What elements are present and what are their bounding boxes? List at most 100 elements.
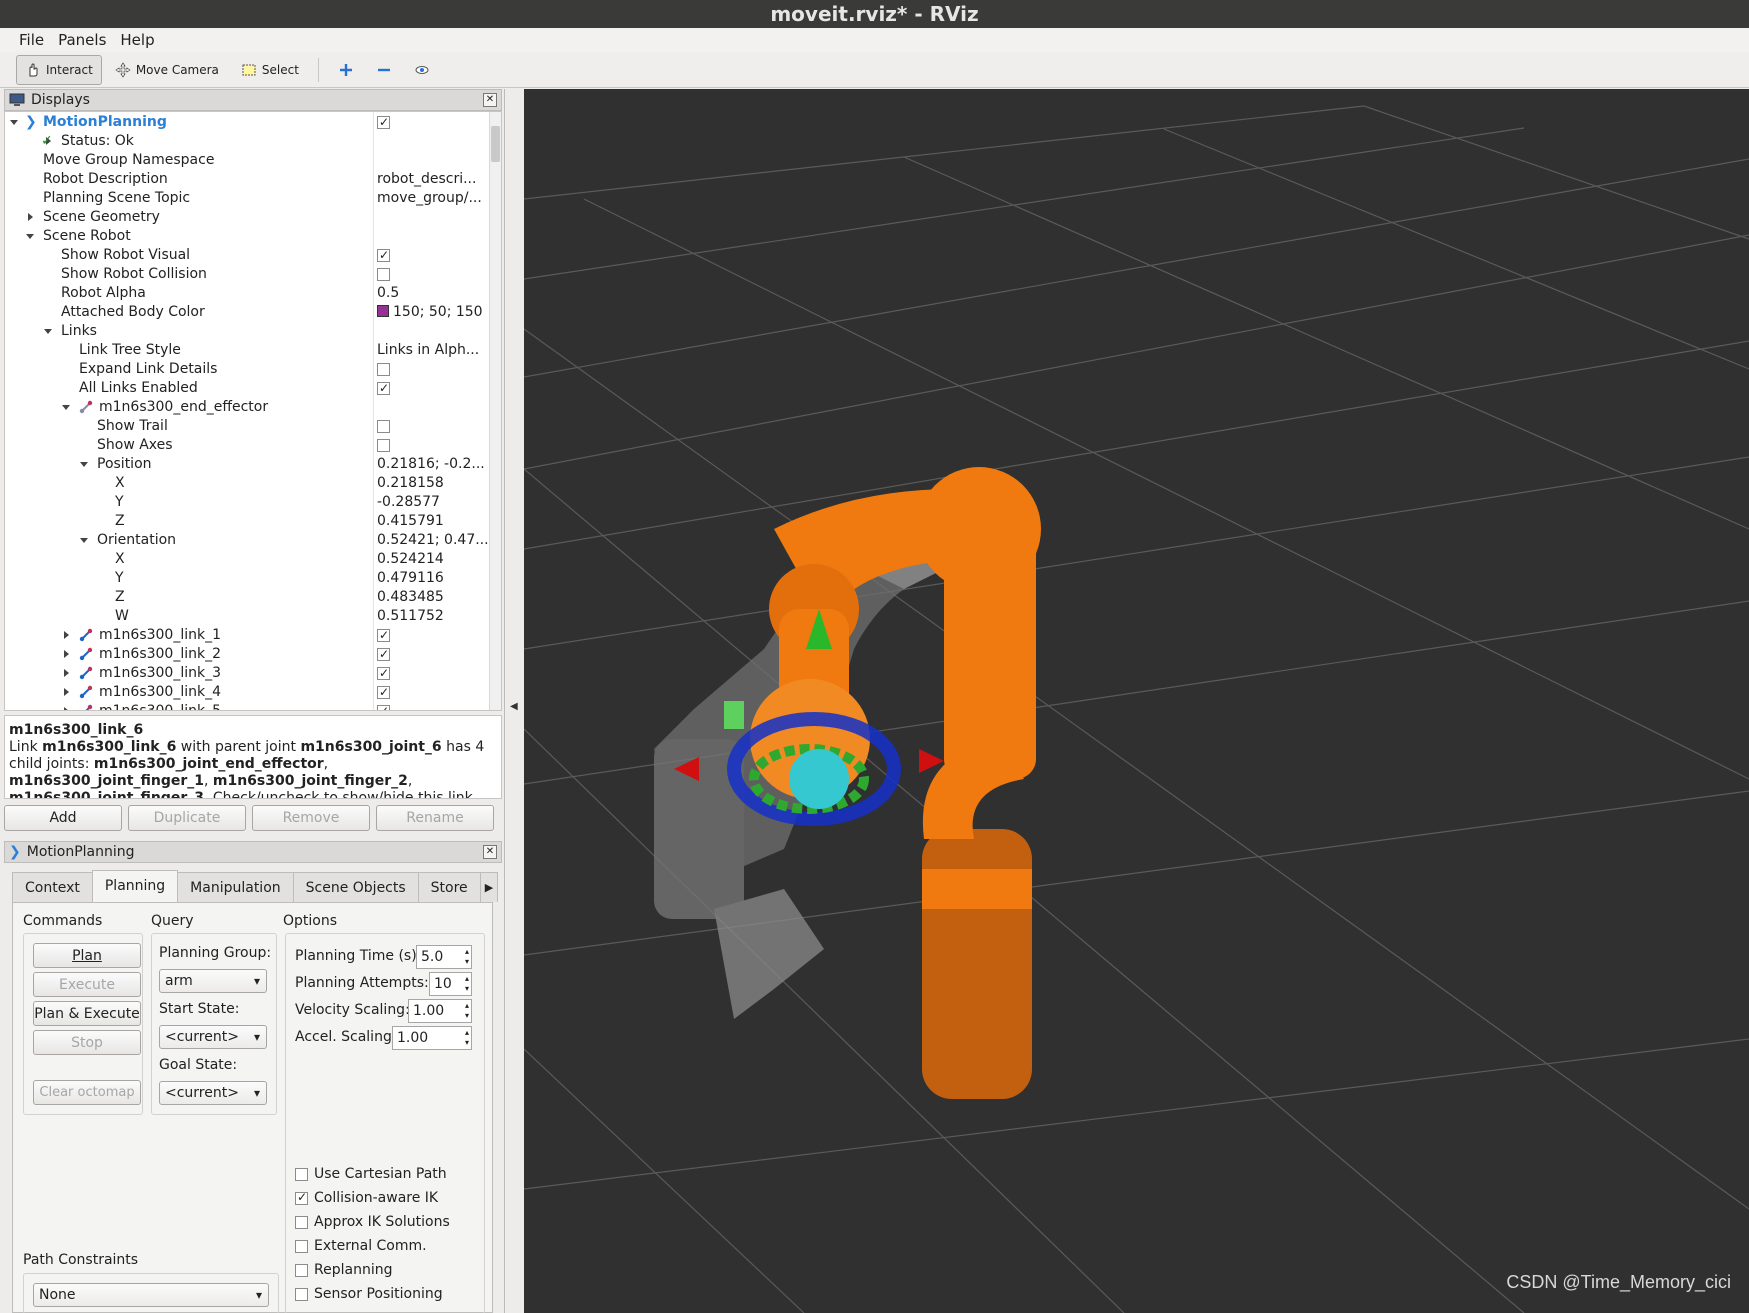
tree-row[interactable]: Z 0.415791 <box>5 512 491 531</box>
plan-and-execute-button[interactable]: Plan & Execute <box>33 1001 141 1026</box>
tree-row-value[interactable] <box>377 246 489 265</box>
tab-manipulation[interactable]: Manipulation <box>177 872 294 902</box>
tree-row-value[interactable] <box>377 645 489 664</box>
goal-state-select[interactable]: <current> <box>159 1081 267 1105</box>
tree-row[interactable]: Planning Scene Topic move_group/... <box>5 189 491 208</box>
tree-row-value[interactable] <box>377 113 489 132</box>
color-swatch[interactable] <box>377 305 389 317</box>
displays-tree[interactable]: ❯ MotionPlanning ✓ Status: Ok Move Group Nam… <box>4 111 502 711</box>
expand-right-icon[interactable] <box>61 687 71 697</box>
tree-row[interactable]: Y 0.479116 <box>5 569 491 588</box>
render-viewport[interactable]: CSDN @Time_Memory_cici <box>524 89 1749 1313</box>
checkbox-box[interactable] <box>295 1215 308 1229</box>
tree-row[interactable]: Orientation 0.52421; 0.47... <box>5 531 491 550</box>
tree-row[interactable]: Scene Geometry <box>5 208 491 227</box>
tree-row[interactable]: m1n6s300_link_5 <box>5 702 491 711</box>
tree-checkbox[interactable] <box>377 645 390 664</box>
tree-row[interactable]: Scene Robot <box>5 227 491 246</box>
velocity-scaling-input[interactable]: 1.00 <box>408 999 472 1023</box>
tree-row[interactable]: Z 0.483485 <box>5 588 491 607</box>
accel-scaling-input[interactable]: 1.00 <box>392 1026 472 1050</box>
menu-help[interactable]: Help <box>113 28 161 52</box>
tree-checkbox[interactable] <box>377 363 390 376</box>
expand-down-icon[interactable] <box>43 326 53 336</box>
tree-row-value[interactable] <box>377 702 489 710</box>
expand-right-icon[interactable] <box>61 706 71 711</box>
tree-row[interactable]: Attached Body Color 150; 50; 150 <box>5 303 491 322</box>
tree-checkbox[interactable] <box>377 268 390 281</box>
tree-row[interactable]: m1n6s300_link_4 <box>5 683 491 702</box>
tree-row[interactable]: Robot Description robot_descri... <box>5 170 491 189</box>
dock-splitter[interactable]: ◀ <box>506 89 524 1313</box>
tree-row-value[interactable] <box>377 379 489 398</box>
grid-and-robot[interactable] <box>524 89 1749 1313</box>
tree-row-value[interactable]: 0.52421; 0.47... <box>377 531 489 550</box>
tree-row[interactable]: ✓ Status: Ok <box>5 132 491 151</box>
planning-time-input[interactable]: 5.0 <box>416 945 472 969</box>
checkbox-box[interactable] <box>295 1287 308 1301</box>
menu-panels[interactable]: Panels <box>51 28 113 52</box>
tree-row[interactable]: Position 0.21816; -0.2... <box>5 455 491 474</box>
tab-planning[interactable]: Planning <box>91 870 179 902</box>
select-tool-button[interactable]: Select <box>232 55 308 85</box>
remove-tool-button[interactable] <box>367 55 401 85</box>
tree-row[interactable]: Link Tree Style Links in Alph... <box>5 341 491 360</box>
tree-checkbox[interactable] <box>377 420 390 433</box>
expand-right-icon[interactable] <box>61 649 71 659</box>
tree-row-value[interactable]: 0.218158 <box>377 474 489 493</box>
duplicate-button[interactable]: Duplicate <box>128 805 246 831</box>
tree-row-value[interactable]: 0.415791 <box>377 512 489 531</box>
tree-row-value[interactable]: Links in Alph... <box>377 341 489 360</box>
tree-row[interactable]: m1n6s300_end_effector <box>5 398 491 417</box>
tree-checkbox[interactable] <box>377 113 390 132</box>
tree-row[interactable]: m1n6s300_link_2 <box>5 645 491 664</box>
tree-row-value[interactable]: 0.21816; -0.2... <box>377 455 489 474</box>
scroll-thumb[interactable] <box>491 126 500 162</box>
tree-row[interactable]: All Links Enabled <box>5 379 491 398</box>
tree-row-value[interactable] <box>377 417 489 436</box>
tree-row[interactable]: m1n6s300_link_1 <box>5 626 491 645</box>
replanning-checkbox[interactable]: Replanning <box>295 1262 392 1278</box>
add-tool-button[interactable] <box>329 55 363 85</box>
tree-row[interactable]: m1n6s300_link_3 <box>5 664 491 683</box>
tree-checkbox[interactable] <box>377 683 390 702</box>
add-button[interactable]: Add <box>4 805 122 831</box>
expand-right-icon[interactable] <box>61 630 71 640</box>
tree-row[interactable]: Show Axes <box>5 436 491 455</box>
tree-row[interactable]: Robot Alpha 0.5 <box>5 284 491 303</box>
checkbox-box[interactable] <box>295 1263 308 1277</box>
external-comm-checkbox[interactable]: External Comm. <box>295 1238 427 1254</box>
expand-down-icon[interactable] <box>9 117 19 127</box>
tree-row-value[interactable]: -0.28577 <box>377 493 489 512</box>
collision-aware-ik-checkbox[interactable]: Collision-aware IK <box>295 1190 438 1206</box>
tree-checkbox[interactable] <box>377 439 390 452</box>
execute-button[interactable]: Execute <box>33 972 141 997</box>
tree-row-value[interactable] <box>377 265 489 284</box>
tree-row-value[interactable]: 0.483485 <box>377 588 489 607</box>
tree-row-value[interactable] <box>377 360 489 379</box>
checkbox-box[interactable] <box>295 1190 308 1205</box>
path-constraints-select[interactable]: None <box>33 1283 269 1307</box>
tab-scene-objects[interactable]: Scene Objects <box>292 872 419 902</box>
tree-checkbox[interactable] <box>377 379 390 398</box>
move-camera-tool-button[interactable]: Move Camera <box>106 55 228 85</box>
tree-row[interactable]: W 0.511752 <box>5 607 491 626</box>
tree-row[interactable]: X 0.218158 <box>5 474 491 493</box>
checkbox-box[interactable] <box>295 1239 308 1253</box>
tree-row-value[interactable]: 0.5 <box>377 284 489 303</box>
plan-button[interactable]: Plan <box>33 943 141 968</box>
tree-row-value[interactable]: 0.511752 <box>377 607 489 626</box>
tree-row[interactable]: Y -0.28577 <box>5 493 491 512</box>
tree-row[interactable]: Show Robot Visual <box>5 246 491 265</box>
start-state-select[interactable]: <current> <box>159 1025 267 1049</box>
interact-tool-button[interactable]: Interact <box>16 54 102 85</box>
tree-checkbox[interactable] <box>377 702 390 710</box>
tab-context[interactable]: Context <box>12 872 93 902</box>
planning-group-select[interactable]: arm <box>159 969 267 993</box>
tree-row[interactable]: Show Robot Collision <box>5 265 491 284</box>
clear-octomap-button[interactable]: Clear octomap <box>33 1080 141 1105</box>
menu-file[interactable]: File <box>12 28 51 52</box>
tree-row[interactable]: X 0.524214 <box>5 550 491 569</box>
sensor-positioning-checkbox[interactable]: Sensor Positioning <box>295 1286 443 1302</box>
collapse-arrow-icon[interactable]: ◀ <box>510 701 518 712</box>
